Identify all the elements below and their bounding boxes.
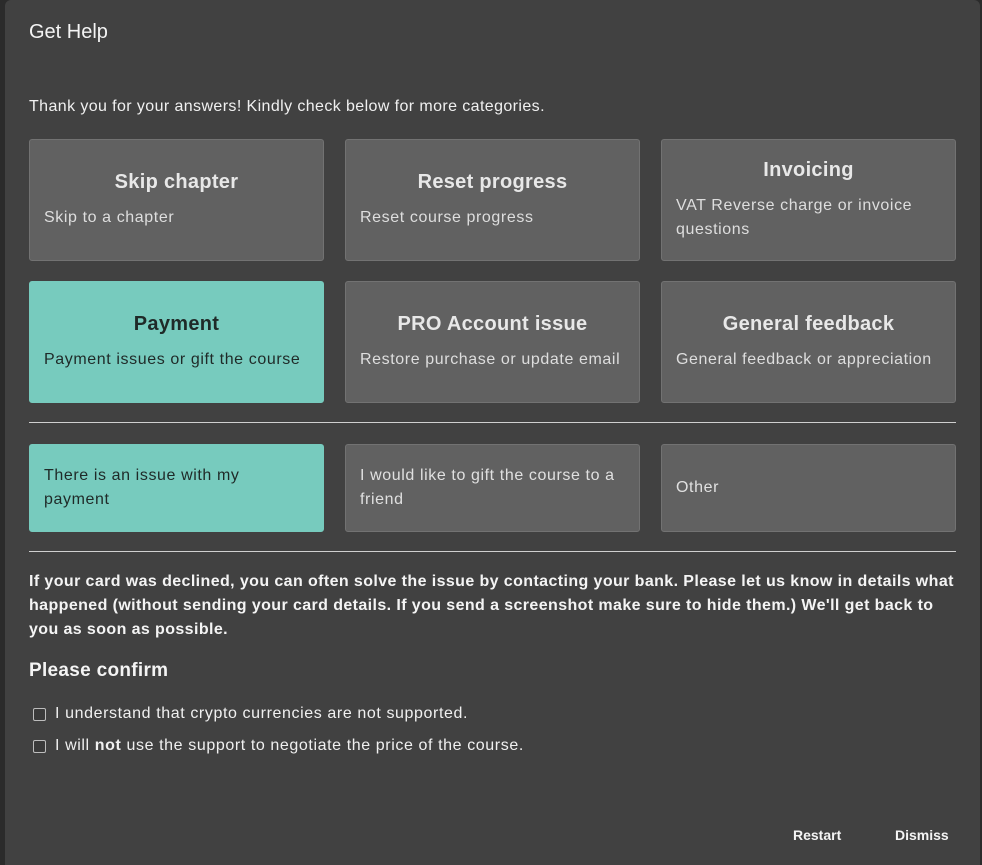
category-reset-progress[interactable]: Reset progress Reset course progress <box>345 139 640 261</box>
label-part: use the support to negotiate the price o… <box>121 737 524 754</box>
divider <box>29 551 956 552</box>
category-title: Invoicing <box>763 158 854 181</box>
category-title: General feedback <box>722 312 895 335</box>
option-gift-course[interactable]: I would like to gift the course to a fri… <box>345 444 640 532</box>
category-title: Skip chapter <box>114 170 239 193</box>
category-subtitle: Reset course progress <box>360 208 534 226</box>
category-general-feedback[interactable]: General feedback General feedback or app… <box>661 281 956 403</box>
confirm-negotiate-row[interactable]: I will not use the support to negotiate … <box>33 737 524 755</box>
confirm-heading: Please confirm <box>29 660 169 681</box>
dialog-title: Get Help <box>29 21 108 43</box>
category-row-2: Payment Payment issues or gift the cours… <box>29 281 956 403</box>
category-skip-chapter[interactable]: Skip chapter Skip to a chapter <box>29 139 324 261</box>
option-other[interactable]: Other <box>661 444 956 532</box>
category-invoicing[interactable]: Invoicing VAT Reverse charge or invoice … <box>661 139 956 261</box>
category-subtitle: VAT Reverse charge or invoice questions <box>676 196 913 238</box>
category-subtitle: Payment issues or gift the course <box>44 350 301 368</box>
category-payment[interactable]: Payment Payment issues or gift the cours… <box>29 281 324 403</box>
label-emphasis: not <box>94 737 122 754</box>
intro-text: Thank you for your answers! Kindly check… <box>29 98 545 115</box>
payment-options: There is an issue with my payment I woul… <box>29 444 956 532</box>
crypto-checkbox-label: I understand that crypto currencies are … <box>55 705 469 722</box>
category-row-1: Skip chapter Skip to a chapter Reset pro… <box>29 139 956 261</box>
payment-notice: If your card was declined, you can often… <box>29 573 954 638</box>
category-title: Payment <box>133 312 220 335</box>
restart-button[interactable]: Restart <box>793 827 841 843</box>
dismiss-button[interactable]: Dismiss <box>895 827 949 843</box>
get-help-dialog: Get Help Thank you for your answers! Kin… <box>5 0 980 865</box>
category-subtitle: General feedback or appreciation <box>676 350 932 368</box>
label-part: I will <box>55 737 95 754</box>
category-title: Reset progress <box>417 170 568 193</box>
category-pro-account-issue[interactable]: PRO Account issue Restore purchase or up… <box>345 281 640 403</box>
confirm-crypto-row[interactable]: I understand that crypto currencies are … <box>33 705 468 723</box>
divider <box>29 422 956 423</box>
negotiate-checkbox-label: I will not use the support to negotiate … <box>55 737 524 755</box>
category-subtitle: Restore purchase or update email <box>360 350 621 368</box>
crypto-checkbox[interactable] <box>33 707 46 721</box>
category-title: PRO Account issue <box>397 312 588 335</box>
category-subtitle: Skip to a chapter <box>44 208 175 226</box>
negotiate-checkbox[interactable] <box>33 739 46 753</box>
option-payment-issue[interactable]: There is an issue with my payment <box>29 444 324 532</box>
